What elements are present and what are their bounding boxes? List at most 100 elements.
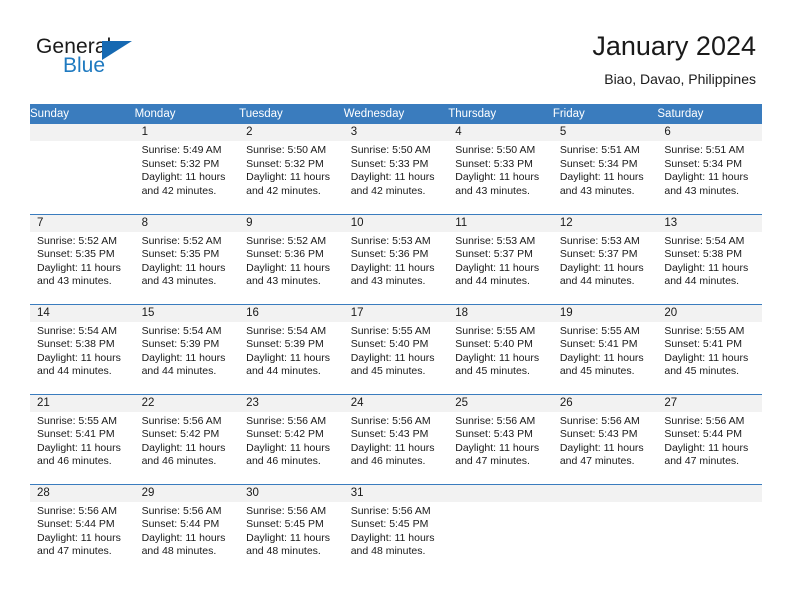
sunset-time: Sunset: 5:38 PM	[37, 338, 115, 351]
daylight-duration-line2: and 42 minutes.	[350, 184, 426, 197]
calendar-day-cell[interactable]: 20 Sunrise: 5:55 AM Sunset: 5:41 PM Dayligh…	[657, 303, 762, 394]
day-details: Sunrise: 5:53 AM Sunset: 5:36 PM Daylight:…	[344, 232, 449, 289]
calendar-day-cell[interactable]: 8 Sunrise: 5:52 AM Sunset: 5:35 PM Daylight…	[134, 213, 240, 304]
weekday-header-tuesday: Tuesday	[239, 104, 344, 124]
day-details: Sunrise: 5:52 AM Sunset: 5:36 PM Daylight:…	[239, 232, 344, 289]
calendar-day-cell[interactable]: 29 Sunrise: 5:56 AM Sunset: 5:44 PM Dayligh…	[134, 483, 240, 575]
calendar-day-cell[interactable]: 31 Sunrise: 5:56 AM Sunset: 5:45 PM Dayligh…	[343, 483, 449, 574]
daylight-duration-line1: Daylight: 11 hours	[559, 351, 644, 364]
day-number: 15	[134, 304, 240, 322]
day-details: Sunrise: 5:55 AM Sunset: 5:41 PM Daylight:…	[30, 412, 135, 469]
calendar-day-cell[interactable]: 17 Sunrise: 5:55 AM Sunset: 5:40 PM Dayligh…	[343, 303, 449, 394]
calendar-day-cell[interactable]: 2 Sunrise: 5:50 AM Sunset: 5:32 PM Daylight…	[239, 124, 344, 214]
day-details: Sunrise: 5:52 AM Sunset: 5:35 PM Daylight:…	[30, 232, 135, 289]
day-cell-inner	[448, 484, 553, 575]
day-cell-inner: 18 Sunrise: 5:55 AM Sunset: 5:40 PM Dayligh…	[448, 304, 553, 394]
calendar-day-cell[interactable]: 14 Sunrise: 5:54 AM Sunset: 5:38 PM Dayligh…	[30, 303, 135, 394]
calendar-day-cell[interactable]: 3 Sunrise: 5:50 AM Sunset: 5:33 PM Daylight…	[343, 124, 449, 214]
calendar-day-cell[interactable]: 9 Sunrise: 5:52 AM Sunset: 5:36 PM Daylight…	[239, 213, 344, 304]
day-details: Sunrise: 5:56 AM Sunset: 5:44 PM Daylight:…	[135, 502, 240, 559]
daylight-duration-line2: and 43 minutes.	[37, 275, 112, 288]
daylight-duration-line1: Daylight: 11 hours	[141, 171, 226, 184]
calendar-day-cell-empty	[30, 124, 135, 214]
day-cell-inner: 15 Sunrise: 5:54 AM Sunset: 5:39 PM Dayligh…	[134, 304, 240, 394]
day-details: Sunrise: 5:56 AM Sunset: 5:42 PM Daylight:…	[239, 412, 344, 469]
calendar-day-cell[interactable]: 10 Sunrise: 5:53 AM Sunset: 5:36 PM Dayligh…	[343, 213, 449, 304]
day-details: Sunrise: 5:53 AM Sunset: 5:37 PM Daylight:…	[448, 232, 553, 289]
calendar-day-cell[interactable]: 28 Sunrise: 5:56 AM Sunset: 5:44 PM Dayligh…	[30, 483, 135, 574]
calendar-day-cell[interactable]: 30 Sunrise: 5:56 AM Sunset: 5:45 PM Dayligh…	[239, 483, 344, 575]
sunset-time: Sunset: 5:39 PM	[246, 338, 324, 351]
calendar-day-cell[interactable]: 27 Sunrise: 5:56 AM Sunset: 5:44 PM Dayligh…	[657, 393, 762, 484]
day-details: Sunrise: 5:56 AM Sunset: 5:43 PM Daylight:…	[344, 412, 449, 469]
day-cell-inner: 10 Sunrise: 5:53 AM Sunset: 5:36 PM Dayligh…	[343, 214, 449, 304]
day-cell-inner: 14 Sunrise: 5:54 AM Sunset: 5:38 PM Dayligh…	[30, 304, 135, 394]
calendar-week-row: 14 Sunrise: 5:54 AM Sunset: 5:38 PM Dayligh…	[30, 303, 762, 394]
daylight-duration-line2: and 45 minutes.	[559, 365, 635, 378]
daylight-duration-line2: and 43 minutes.	[559, 184, 635, 197]
calendar-day-cell[interactable]: 13 Sunrise: 5:54 AM Sunset: 5:38 PM Dayligh…	[657, 213, 762, 304]
daylight-duration-line1: Daylight: 11 hours	[37, 351, 121, 364]
weekday-header-sunday: Sunday	[30, 104, 135, 124]
day-number	[30, 124, 135, 141]
sunrise-time: Sunrise: 5:49 AM	[141, 144, 222, 156]
calendar-day-cell[interactable]: 11 Sunrise: 5:53 AM Sunset: 5:37 PM Dayligh…	[448, 213, 553, 304]
calendar-day-cell[interactable]: 4 Sunrise: 5:50 AM Sunset: 5:33 PM Daylight…	[448, 124, 553, 214]
calendar-day-cell[interactable]: 23 Sunrise: 5:56 AM Sunset: 5:42 PM Dayligh…	[239, 393, 344, 484]
sunrise-time: Sunrise: 5:55 AM	[455, 324, 536, 337]
sunrise-time: Sunrise: 5:53 AM	[455, 234, 536, 247]
sunset-time: Sunset: 5:32 PM	[141, 157, 220, 170]
sunrise-time: Sunrise: 5:56 AM	[559, 414, 640, 427]
calendar-day-cell[interactable]: 12 Sunrise: 5:53 AM Sunset: 5:37 PM Dayligh…	[552, 213, 658, 304]
sunset-time: Sunset: 5:34 PM	[664, 157, 743, 170]
day-number: 6	[657, 124, 762, 141]
sunset-time: Sunset: 5:43 PM	[455, 428, 533, 441]
daylight-duration-line2: and 48 minutes.	[141, 545, 217, 558]
day-number: 28	[30, 484, 135, 502]
sunset-time: Sunset: 5:45 PM	[246, 518, 324, 531]
calendar-day-cell[interactable]: 19 Sunrise: 5:55 AM Sunset: 5:41 PM Dayligh…	[552, 303, 658, 394]
calendar-day-cell[interactable]: 7 Sunrise: 5:52 AM Sunset: 5:35 PM Daylight…	[30, 213, 135, 304]
day-details: Sunrise: 5:56 AM Sunset: 5:43 PM Daylight:…	[448, 412, 553, 469]
day-number: 20	[657, 304, 762, 322]
calendar-day-cell[interactable]: 6 Sunrise: 5:51 AM Sunset: 5:34 PM Daylight…	[657, 124, 762, 214]
day-cell-inner: 4 Sunrise: 5:50 AM Sunset: 5:33 PM Daylight…	[448, 124, 553, 214]
sunset-time: Sunset: 5:43 PM	[350, 428, 429, 441]
calendar-day-cell[interactable]: 15 Sunrise: 5:54 AM Sunset: 5:39 PM Dayligh…	[134, 303, 240, 394]
calendar-day-cell[interactable]: 26 Sunrise: 5:56 AM Sunset: 5:43 PM Dayligh…	[552, 393, 658, 484]
day-cell-inner: 3 Sunrise: 5:50 AM Sunset: 5:33 PM Daylight…	[343, 124, 449, 214]
calendar-day-cell[interactable]: 5 Sunrise: 5:51 AM Sunset: 5:34 PM Daylight…	[552, 124, 658, 214]
daylight-duration-line2: and 44 minutes.	[37, 365, 112, 378]
daylight-duration-line1: Daylight: 11 hours	[664, 441, 749, 454]
day-cell-inner: 30 Sunrise: 5:56 AM Sunset: 5:45 PM Dayligh…	[239, 484, 344, 575]
calendar-day-cell[interactable]: 1 Sunrise: 5:49 AM Sunset: 5:32 PM Daylight…	[134, 124, 240, 214]
calendar-day-cell[interactable]: 24 Sunrise: 5:56 AM Sunset: 5:43 PM Dayligh…	[343, 393, 449, 484]
day-details: Sunrise: 5:54 AM Sunset: 5:39 PM Daylight:…	[135, 322, 240, 379]
day-cell-inner: 29 Sunrise: 5:56 AM Sunset: 5:44 PM Dayligh…	[134, 484, 240, 575]
day-cell-inner: 19 Sunrise: 5:55 AM Sunset: 5:41 PM Dayligh…	[552, 304, 658, 394]
daylight-duration-line2: and 48 minutes.	[350, 545, 426, 558]
sunrise-time: Sunrise: 5:55 AM	[37, 414, 117, 427]
daylight-duration-line1: Daylight: 11 hours	[141, 261, 226, 274]
calendar-page: General Blue January 2024 Biao, Davao, P…	[0, 0, 792, 612]
sunrise-time: Sunrise: 5:50 AM	[455, 144, 536, 156]
calendar-day-cell[interactable]: 25 Sunrise: 5:56 AM Sunset: 5:43 PM Dayligh…	[448, 393, 553, 484]
sunrise-time: Sunrise: 5:54 AM	[664, 234, 745, 247]
day-number: 13	[657, 214, 762, 232]
sunset-time: Sunset: 5:40 PM	[455, 338, 533, 351]
calendar-day-cell[interactable]: 21 Sunrise: 5:55 AM Sunset: 5:41 PM Dayligh…	[30, 393, 135, 484]
calendar-day-cell[interactable]: 18 Sunrise: 5:55 AM Sunset: 5:40 PM Dayligh…	[448, 303, 553, 394]
general-blue-logo[interactable]: General Blue	[36, 36, 166, 84]
day-number	[657, 484, 762, 502]
daylight-duration-line2: and 43 minutes.	[141, 275, 217, 288]
calendar-day-cell[interactable]: 22 Sunrise: 5:56 AM Sunset: 5:42 PM Dayligh…	[134, 393, 240, 484]
sunrise-time: Sunrise: 5:53 AM	[559, 234, 640, 247]
day-number: 9	[239, 214, 344, 232]
calendar-day-cell[interactable]: 16 Sunrise: 5:54 AM Sunset: 5:39 PM Dayligh…	[239, 303, 344, 394]
day-details: Sunrise: 5:49 AM Sunset: 5:32 PM Daylight:…	[135, 141, 240, 198]
day-cell-inner	[657, 484, 762, 575]
sunset-time: Sunset: 5:33 PM	[455, 157, 533, 170]
day-cell-inner: 24 Sunrise: 5:56 AM Sunset: 5:43 PM Dayligh…	[343, 394, 449, 484]
sunrise-time: Sunrise: 5:55 AM	[350, 324, 431, 337]
daylight-duration-line1: Daylight: 11 hours	[246, 261, 330, 274]
